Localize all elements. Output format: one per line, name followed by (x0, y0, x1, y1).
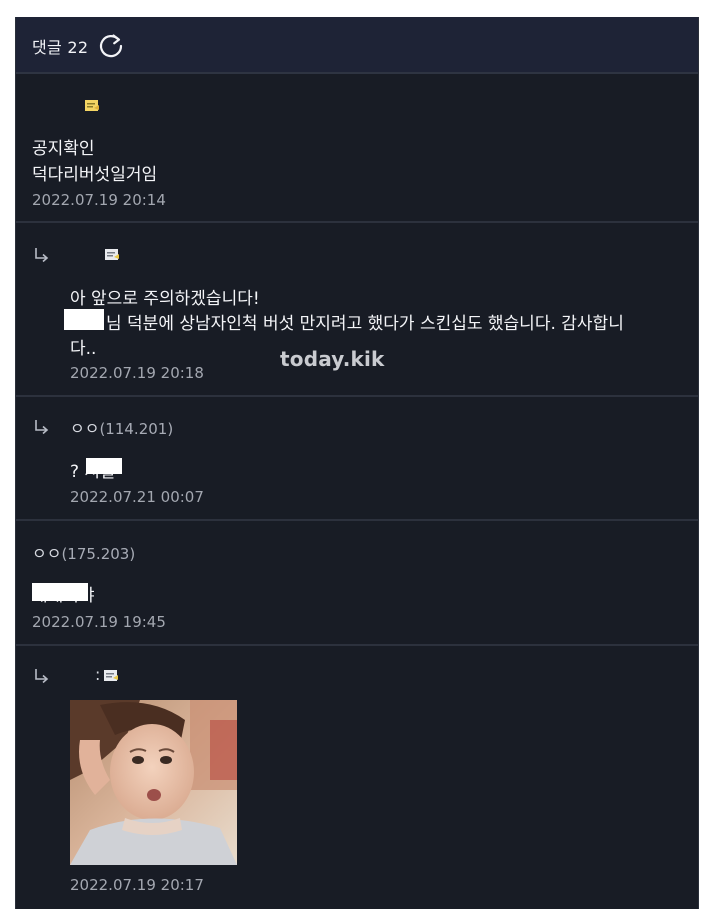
divider (16, 395, 698, 397)
nickname-text: ㅇㅇ (32, 544, 62, 563)
watermark: today.kik (280, 347, 385, 371)
comment-date: 2022.07.19 20:14 (32, 191, 166, 209)
comment-panel: 댓글 22 공지확인 덕다리버섯일거임 2022.07.19 20:14 아 앞… (15, 17, 699, 909)
comment-nickname[interactable]: ㅇㅇ(175.203) (32, 540, 135, 564)
comment-date: 2022.07.19 20:18 (70, 364, 204, 382)
divider (16, 221, 698, 223)
nickname-ip: (175.203) (61, 545, 136, 563)
comment-text: 님 덕분에 상남자인척 버섯 만지려고 했다가 스킨십도 했습니다. 감사합니 (106, 314, 624, 334)
comment-image[interactable] (70, 700, 237, 865)
memo-badge-icon (85, 100, 99, 111)
comment-text: 공지확인 (32, 139, 95, 159)
memo-badge-icon (105, 249, 119, 260)
divider (16, 644, 698, 646)
redacted-block (64, 309, 104, 330)
memo-badge-icon (104, 670, 118, 681)
nickname-ip: (114.201) (99, 420, 174, 438)
reply-arrow-icon (35, 420, 49, 435)
reply-arrow-icon (35, 669, 49, 684)
refresh-icon[interactable] (97, 31, 125, 59)
comment-nickname[interactable]: ㅇㅇ(114.201) (70, 415, 173, 439)
comment-text: 다.. (70, 339, 97, 359)
comment-date: 2022.07.21 00:07 (70, 488, 204, 506)
comment-count-label: 댓글 22 (32, 38, 89, 57)
reply-arrow-icon (35, 248, 49, 263)
comment-text: 아 앞으로 주의하겠습니다! (70, 289, 260, 309)
redacted-block (32, 583, 88, 601)
divider (16, 519, 698, 521)
comment-date: 2022.07.19 19:45 (32, 613, 166, 631)
comment-header: 댓글 22 (16, 17, 698, 74)
comment-text: 덕다리버섯일거임 (32, 165, 158, 185)
comment-nickname[interactable]: : (95, 665, 100, 684)
nickname-text: ㅇㅇ (70, 419, 100, 438)
comment-date: 2022.07.19 20:17 (70, 876, 204, 894)
redacted-block (86, 458, 122, 474)
